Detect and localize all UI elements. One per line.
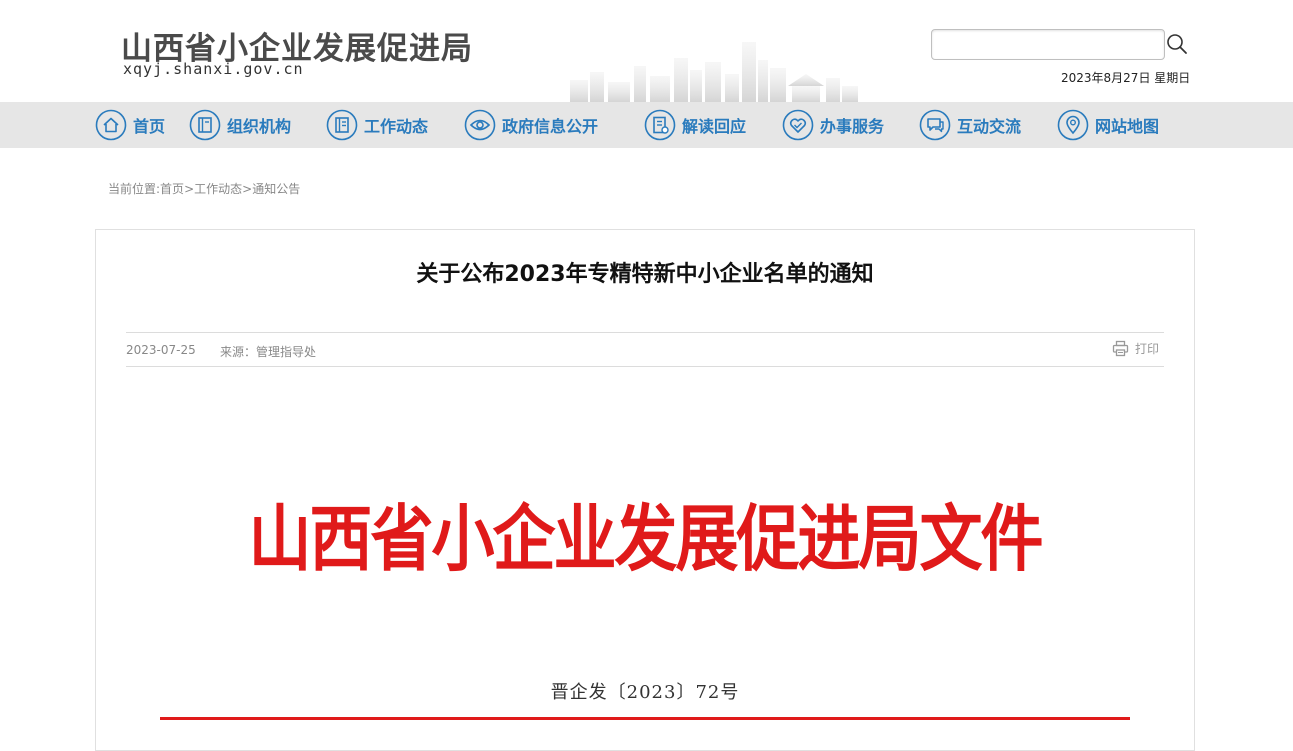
city-skyline-graphic: [570, 42, 858, 102]
nav-item-services[interactable]: 办事服务: [782, 108, 884, 142]
nav-label-interaction: 互动交流: [957, 117, 1022, 136]
search-input[interactable]: [931, 29, 1165, 60]
nav-item-organization[interactable]: 组织机构: [189, 108, 291, 142]
breadcrumb-separator: >: [184, 182, 195, 196]
nav-label-news: 工作动态: [364, 117, 429, 136]
document-red-header: 山西省小企业发展促进局文件: [248, 496, 1044, 582]
breadcrumb-link-home[interactable]: 首页: [160, 182, 184, 196]
printer-icon: [1112, 340, 1129, 357]
nav-item-interaction[interactable]: 互动交流: [919, 108, 1021, 142]
print-button[interactable]: 打印: [1112, 340, 1159, 357]
breadcrumb: 当前位置:首页>工作动态>通知公告: [108, 180, 300, 197]
nav-label-sitemap: 网站地图: [1095, 117, 1160, 136]
current-date: 2023年8月27日 星期日: [1061, 71, 1191, 85]
article-title: 关于公布2023年专精特新中小企业名单的通知: [416, 262, 874, 287]
search-icon[interactable]: [1166, 33, 1188, 55]
nav-label-gov-info: 政府信息公开: [502, 117, 599, 136]
news-icon: [326, 109, 358, 141]
article-container: 关于公布2023年专精特新中小企业名单的通知 2023-07-25 来源：管理指…: [95, 229, 1195, 751]
nav-item-home[interactable]: 首页: [95, 108, 165, 142]
chat-icon: [919, 109, 951, 141]
eye-icon: [464, 109, 496, 141]
publish-date: 2023-07-25: [126, 343, 196, 357]
nav-label-organization: 组织机构: [227, 117, 292, 136]
handshake-icon: [782, 109, 814, 141]
nav-label-services: 办事服务: [820, 117, 885, 136]
nav-label-home: 首页: [133, 117, 166, 136]
breadcrumb-link-news[interactable]: 工作动态: [194, 182, 242, 196]
site-header: 山西省小企业发展促进局 xqyj.shanxi.gov.cn 2023年8月27…: [0, 0, 1293, 102]
breadcrumb-link-notices[interactable]: 通知公告: [252, 182, 300, 196]
red-divider-line: [160, 717, 1130, 720]
document-number: 晋企发〔2023〕72号: [550, 682, 740, 703]
article-source: 来源：管理指导处: [220, 345, 317, 359]
nav-item-interpretation[interactable]: 解读回应: [644, 108, 746, 142]
location-icon: [1057, 109, 1089, 141]
nav-label-interpretation: 解读回应: [682, 117, 747, 136]
organization-icon: [189, 109, 221, 141]
breadcrumb-separator: >: [242, 182, 253, 196]
print-label: 打印: [1134, 342, 1159, 356]
site-domain: xqyj.shanxi.gov.cn: [123, 60, 304, 78]
nav-item-news[interactable]: 工作动态: [326, 108, 428, 142]
home-icon: [95, 109, 127, 141]
nav-item-sitemap[interactable]: 网站地图: [1057, 108, 1159, 142]
main-nav: 首页 组织机构 工作动态 政府信息公开 解读回应 办事服务 互动交流 网站地图: [0, 102, 1293, 148]
document-icon: [644, 109, 676, 141]
article-meta: 2023-07-25 来源：管理指导处 打印: [126, 332, 1164, 367]
nav-item-gov-info[interactable]: 政府信息公开: [464, 108, 598, 142]
breadcrumb-prefix: 当前位置:: [108, 182, 161, 196]
